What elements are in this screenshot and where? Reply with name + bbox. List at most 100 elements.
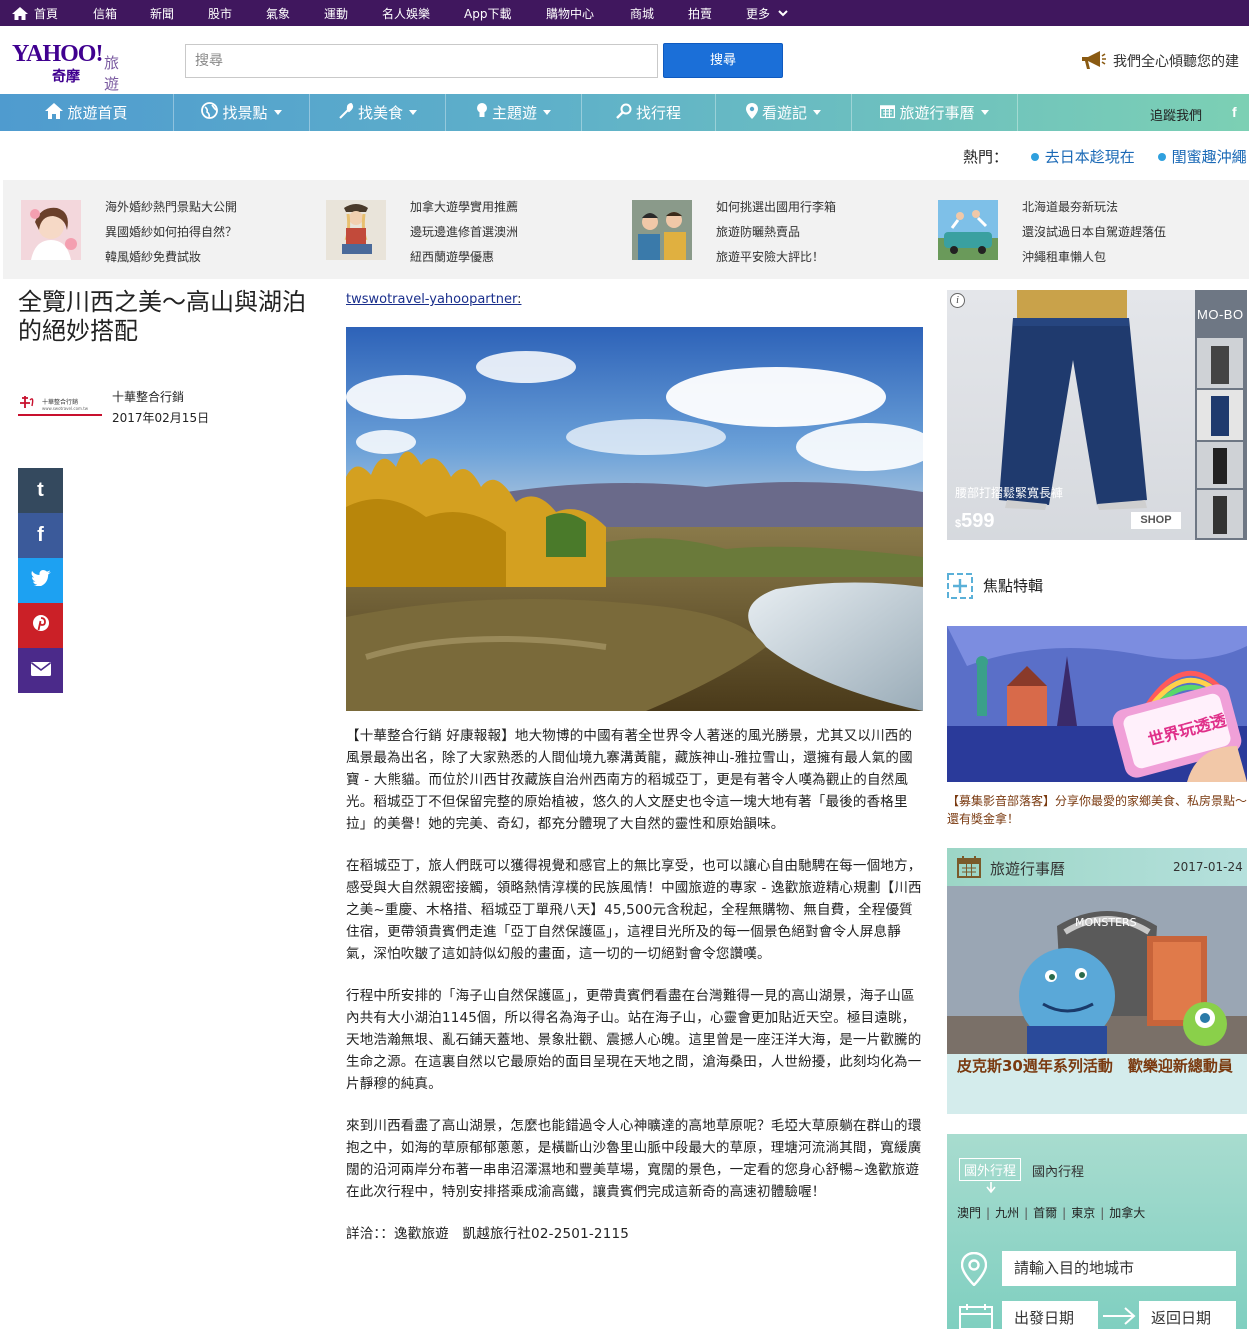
- facebook-share-button[interactable]: f: [18, 513, 63, 558]
- nav-events-calendar[interactable]: 旅遊行事曆: [852, 94, 1018, 131]
- ad-brand: MO-BO: [1197, 307, 1244, 322]
- feedback-link[interactable]: 我們全心傾聽您的建: [1113, 51, 1239, 71]
- focus-caption-link[interactable]: 【募集影音部落客】分享你最愛的家鄉美食、私房景點～還有獎金拿！: [947, 792, 1247, 828]
- home-icon: [45, 102, 64, 123]
- promo-thumbnail[interactable]: [326, 200, 386, 260]
- main-nav: 旅遊首頁 找景點 找美食 主題遊 找行程 看遊記 旅遊行事曆 追蹤我們 f: [0, 94, 1249, 131]
- promo-link[interactable]: 如何挑選出國用行李箱: [716, 195, 836, 220]
- facebook-icon[interactable]: f: [1232, 104, 1237, 120]
- focus-image[interactable]: 世界玩透透: [947, 626, 1247, 782]
- search-input[interactable]: 搜尋: [185, 44, 658, 78]
- city-link[interactable]: 澳門: [957, 1206, 981, 1220]
- promo-link[interactable]: 旅遊平安險大評比！: [716, 245, 836, 270]
- topbar-mail[interactable]: 信箱: [93, 0, 150, 26]
- paragraph: 在稻城亞丁，旅人們既可以獲得視覺和感官上的無比享受，也可以讓心自由馳騁在每一個地…: [346, 858, 922, 962]
- topbar-stock[interactable]: 股市: [208, 0, 266, 26]
- ad-info-icon[interactable]: i: [950, 293, 965, 308]
- yahoo-logo[interactable]: YAHOO! 奇摩 旅遊: [12, 42, 119, 93]
- topbar-app[interactable]: App下載: [464, 0, 546, 26]
- events-calendar: 旅遊行事曆 2017-01-24 MONSTERS 皮克斯30週年系列活動 歡樂…: [947, 848, 1247, 1114]
- topbar-news[interactable]: 新聞: [150, 0, 208, 26]
- tumblr-share-button[interactable]: t: [18, 468, 63, 513]
- ad-main-image: [947, 290, 1195, 540]
- caret-down-icon: [980, 110, 989, 115]
- return-date-input[interactable]: 返回日期: [1139, 1301, 1236, 1329]
- topbar-mall[interactable]: 商城: [630, 0, 688, 26]
- topbar-more[interactable]: 更多: [746, 0, 788, 26]
- ad-price-value: 599: [961, 510, 995, 532]
- destination-input[interactable]: 請輸入目的地城市: [1002, 1251, 1236, 1286]
- article-body: 【十華整合行銷 好康報報】地大物博的中國有著全世界令人著迷的風光勝景，尤其又以川…: [346, 725, 923, 1265]
- ad-shop-button[interactable]: SHOP: [1131, 512, 1181, 529]
- promo-thumbnail[interactable]: [938, 200, 998, 260]
- promo-link[interactable]: 沖繩租車懶人包: [1022, 245, 1166, 270]
- follow-us-label: 追蹤我們: [1150, 109, 1203, 124]
- author-logo[interactable]: 十華整合行銷 www.swotravel.com.tw: [18, 394, 102, 418]
- city-link[interactable]: 加拿大: [1109, 1206, 1145, 1220]
- search-button[interactable]: 搜尋: [663, 43, 783, 78]
- promo-link[interactable]: 北海道最夯新玩法: [1022, 195, 1166, 220]
- source-link[interactable]: twswotravel-yahoopartner:: [346, 292, 521, 307]
- nav-themes[interactable]: 主題遊: [446, 94, 582, 131]
- city-separator: |: [1024, 1206, 1029, 1220]
- topbar-auction[interactable]: 拍賣: [688, 0, 746, 26]
- topbar-label: 商城: [630, 6, 655, 21]
- topbar-celebrity[interactable]: 名人娛樂: [382, 0, 464, 26]
- topbar-label: 首頁: [34, 6, 59, 21]
- promo-thumbnail[interactable]: [21, 200, 81, 260]
- city-link[interactable]: 首爾: [1033, 1206, 1057, 1220]
- promo-link[interactable]: 加拿大遊學實用推薦: [410, 195, 518, 220]
- bullet-icon: [1157, 152, 1166, 161]
- depart-date-input[interactable]: 出發日期: [1002, 1301, 1098, 1329]
- promo-link[interactable]: 紐西蘭遊學優惠: [410, 245, 518, 270]
- calendar-image[interactable]: MONSTERS: [947, 886, 1247, 1054]
- trip-search: 國外行程 國內行程 澳門 | 九州 | 首爾 | 東京 | 加拿大 請輸入目的地城市 出發日期 …: [947, 1134, 1247, 1329]
- city-link[interactable]: 東京: [1071, 1206, 1095, 1220]
- promo-links: 如何挑選出國用行李箱 旅遊防曬熱賣品 旅遊平安險大評比！: [716, 195, 836, 270]
- nav-itineraries[interactable]: 找行程: [582, 94, 716, 131]
- hot-link[interactable]: 去日本趁現在: [1045, 148, 1135, 166]
- topbar-home[interactable]: 首頁: [12, 0, 93, 26]
- author-name[interactable]: 十華整合行銷: [112, 388, 184, 405]
- nav-attractions[interactable]: 找景點: [174, 94, 310, 131]
- hot-label: 熱門：: [963, 148, 1009, 166]
- nav-blogs[interactable]: 看遊記: [716, 94, 852, 131]
- promo-link[interactable]: 還沒試過日本自駕遊趕落伍: [1022, 220, 1166, 245]
- promo-link[interactable]: 海外婚紗熱門景點大公開: [105, 195, 237, 220]
- nav-travel-home[interactable]: 旅遊首頁: [0, 94, 174, 131]
- popular-cities: 澳門 | 九州 | 首爾 | 東京 | 加拿大: [957, 1204, 1145, 1221]
- promo-link[interactable]: 異國婚紗如何拍得自然？: [105, 220, 237, 245]
- email-share-button[interactable]: [18, 648, 63, 693]
- topbar-weather[interactable]: 氣象: [266, 0, 324, 26]
- hot-link[interactable]: 閨蜜趣沖繩: [1172, 148, 1247, 166]
- city-link[interactable]: 九州: [995, 1206, 1019, 1220]
- tab-overseas[interactable]: 國外行程: [959, 1158, 1022, 1181]
- topbar-label: 信箱: [93, 6, 118, 21]
- promo-link[interactable]: 旅遊防曬熱賣品: [716, 220, 836, 245]
- promo-link[interactable]: 邊玩邊進修首選澳洲: [410, 220, 518, 245]
- topbar-sports[interactable]: 運動: [324, 0, 382, 26]
- calendar-caption-link[interactable]: 皮克斯30週年系列活動 歡樂迎新總動員: [957, 1054, 1242, 1079]
- promo-link[interactable]: 韓風婚紗免費試妝: [105, 245, 237, 270]
- envelope-icon: [30, 659, 51, 682]
- nav-food[interactable]: 找美食: [310, 94, 446, 131]
- promo-thumbnail[interactable]: [632, 200, 692, 260]
- tab-domestic[interactable]: 國內行程: [1032, 1161, 1084, 1180]
- share-bar: t f: [18, 468, 63, 693]
- bulb-icon: [476, 102, 488, 123]
- nav-label: 找美食: [357, 104, 403, 122]
- megaphone-icon: [1080, 49, 1106, 71]
- source-link-text: twswotravel-yahoopartner: [346, 292, 518, 307]
- caret-down-icon: [273, 110, 282, 115]
- caret-down-icon: [813, 110, 821, 115]
- nav-label: 看遊記: [761, 104, 807, 122]
- advertisement[interactable]: MO-BO i 腰部打摺鬆緊寬長褲 $599 SHOP: [947, 290, 1247, 540]
- city-separator: |: [1062, 1206, 1067, 1220]
- paragraph: 行程中所安排的「海子山自然保護區」，更帶貴賓們看盡在台灣難得一見的高山湖景，海子…: [346, 988, 922, 1092]
- topbar-shopping[interactable]: 購物中心: [546, 0, 630, 26]
- pinterest-share-button[interactable]: [18, 603, 63, 648]
- tumblr-icon: t: [37, 479, 44, 501]
- nav-label: 找行程: [635, 104, 681, 122]
- twitter-share-button[interactable]: [18, 558, 63, 603]
- arrow-down-icon: [985, 1182, 997, 1194]
